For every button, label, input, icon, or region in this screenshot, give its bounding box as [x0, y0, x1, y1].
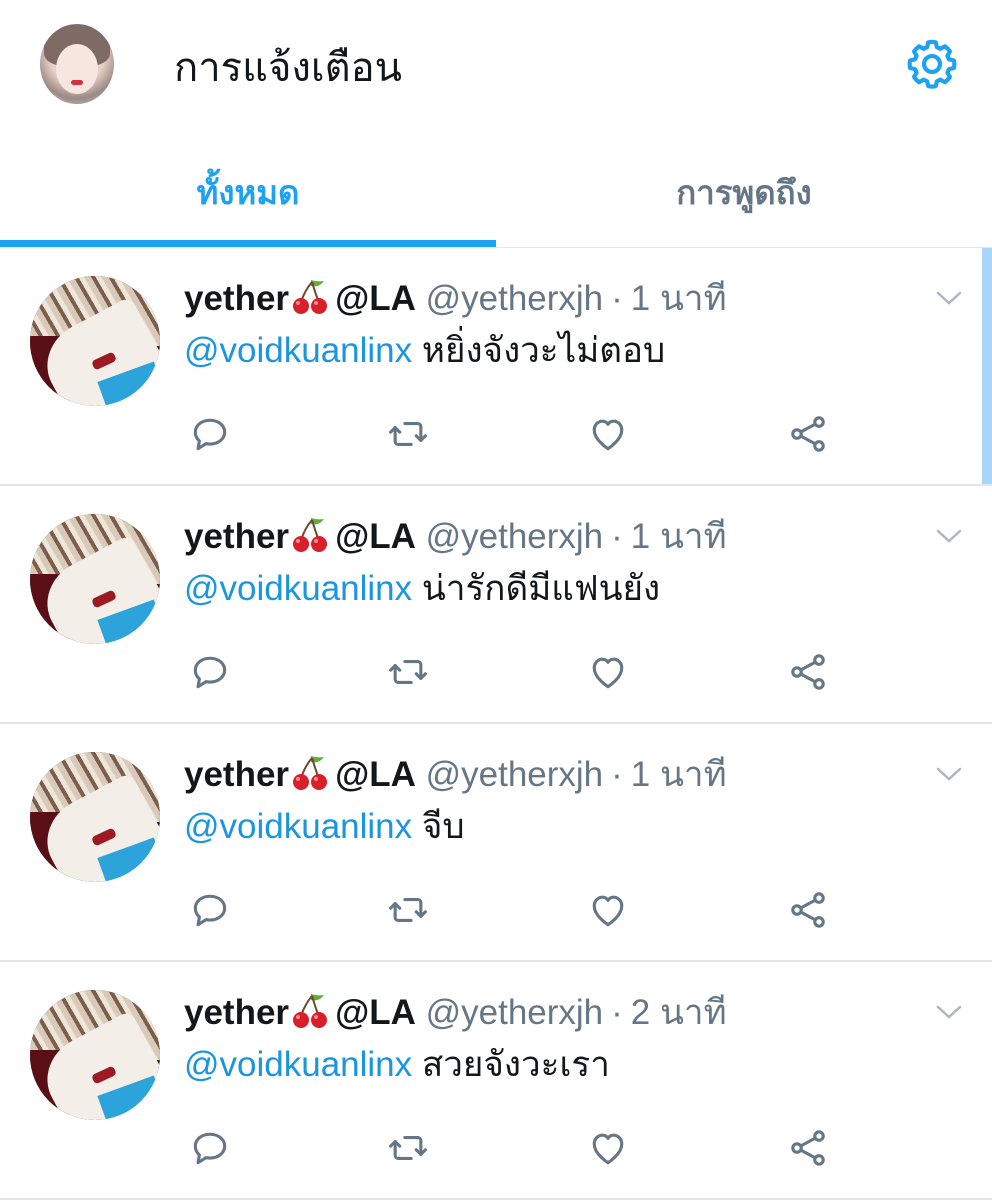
- tab-all[interactable]: ทั้งหมด: [0, 136, 496, 248]
- separator: ·: [611, 755, 623, 794]
- separator: ·: [611, 993, 623, 1032]
- like-icon[interactable]: [586, 412, 630, 456]
- user-handle[interactable]: @yetherxjh: [426, 279, 604, 318]
- reply-icon[interactable]: [188, 1126, 232, 1170]
- cherry-emoji-icon: [291, 514, 331, 554]
- display-name-suffix: @LA: [335, 993, 416, 1032]
- active-tab-indicator: [0, 240, 496, 247]
- timestamp: 1 นาที: [630, 279, 727, 318]
- page-title: การแจ้งเตือน: [174, 46, 402, 90]
- share-icon[interactable]: [786, 1126, 830, 1170]
- share-icon[interactable]: [786, 650, 830, 694]
- notification-feed: yether @LA @yetherxjh · 1 นาที @voidkuanlin…: [0, 248, 992, 1200]
- tweet-item[interactable]: yether @LA @yetherxjh · 1 นาที @voidkuanlin…: [0, 486, 992, 724]
- tweet-actions: [0, 412, 992, 456]
- display-name[interactable]: yether: [184, 279, 289, 318]
- tweet-text: @voidkuanlinx จีบ: [184, 802, 465, 852]
- mention-link[interactable]: @voidkuanlinx: [184, 331, 412, 370]
- tweet-item[interactable]: yether @LA @yetherxjh · 2 นาที @voidkuanlin…: [0, 962, 992, 1200]
- mention-link[interactable]: @voidkuanlinx: [184, 807, 412, 846]
- tweet-body: หยิ่งจังวะไม่ตอบ: [421, 331, 666, 370]
- avatar[interactable]: [30, 752, 160, 882]
- tweet-text: @voidkuanlinx หยิ่งจังวะไม่ตอบ: [184, 326, 665, 376]
- chevron-down-icon[interactable]: [934, 1002, 964, 1022]
- tweet-body: สวยจังวะเรา: [421, 1045, 610, 1084]
- chevron-down-icon[interactable]: [934, 526, 964, 546]
- tweet-body: จีบ: [421, 807, 465, 846]
- chevron-down-icon[interactable]: [934, 288, 964, 308]
- tweet-text: @voidkuanlinx สวยจังวะเรา: [184, 1040, 610, 1090]
- tweet-header: yether @LA @yetherxjh · 2 นาที: [184, 988, 727, 1038]
- mention-link[interactable]: @voidkuanlinx: [184, 1045, 412, 1084]
- tweet-actions: [0, 888, 992, 932]
- separator: ·: [611, 517, 623, 556]
- display-name[interactable]: yether: [184, 517, 289, 556]
- user-handle[interactable]: @yetherxjh: [426, 755, 604, 794]
- timestamp: 1 นาที: [630, 517, 727, 556]
- display-name[interactable]: yether: [184, 993, 289, 1032]
- share-icon[interactable]: [786, 412, 830, 456]
- reply-icon[interactable]: [188, 888, 232, 932]
- display-name[interactable]: yether: [184, 755, 289, 794]
- retweet-icon[interactable]: [386, 1126, 430, 1170]
- like-icon[interactable]: [586, 650, 630, 694]
- mention-link[interactable]: @voidkuanlinx: [184, 569, 412, 608]
- like-icon[interactable]: [586, 888, 630, 932]
- display-name-suffix: @LA: [335, 517, 416, 556]
- retweet-icon[interactable]: [386, 888, 430, 932]
- cherry-emoji-icon: [291, 990, 331, 1030]
- profile-avatar[interactable]: [40, 24, 114, 104]
- separator: ·: [611, 279, 623, 318]
- avatar[interactable]: [30, 990, 160, 1120]
- share-icon[interactable]: [786, 888, 830, 932]
- retweet-icon[interactable]: [386, 650, 430, 694]
- display-name-suffix: @LA: [335, 279, 416, 318]
- timestamp: 1 นาที: [630, 755, 727, 794]
- tweet-header: yether @LA @yetherxjh · 1 นาที: [184, 750, 727, 800]
- tweet-actions: [0, 1126, 992, 1170]
- retweet-icon[interactable]: [386, 412, 430, 456]
- header: การแจ้งเตือน: [0, 0, 992, 136]
- tab-bar: ทั้งหมด การพูดถึง: [0, 136, 992, 248]
- tweet-header: yether @LA @yetherxjh · 1 นาที: [184, 512, 727, 562]
- reply-icon[interactable]: [188, 412, 232, 456]
- user-handle[interactable]: @yetherxjh: [426, 993, 604, 1032]
- reply-icon[interactable]: [188, 650, 232, 694]
- cherry-emoji-icon: [291, 752, 331, 792]
- like-icon[interactable]: [586, 1126, 630, 1170]
- display-name-suffix: @LA: [335, 755, 416, 794]
- tweet-actions: [0, 650, 992, 694]
- gear-icon[interactable]: [904, 36, 960, 92]
- tweet-item[interactable]: yether @LA @yetherxjh · 1 นาที @voidkuanlin…: [0, 248, 992, 486]
- chevron-down-icon[interactable]: [934, 764, 964, 784]
- tweet-item[interactable]: yether @LA @yetherxjh · 1 นาที @voidkuanlin…: [0, 724, 992, 962]
- avatar[interactable]: [30, 514, 160, 644]
- tweet-text: @voidkuanlinx น่ารักดีมีแฟนยัง: [184, 564, 660, 614]
- tweet-body: น่ารักดีมีแฟนยัง: [421, 569, 661, 608]
- avatar[interactable]: [30, 276, 160, 406]
- tab-mentions[interactable]: การพูดถึง: [496, 136, 992, 248]
- tweet-header: yether @LA @yetherxjh · 1 นาที: [184, 274, 727, 324]
- user-handle[interactable]: @yetherxjh: [426, 517, 604, 556]
- cherry-emoji-icon: [291, 276, 331, 316]
- timestamp: 2 นาที: [630, 993, 727, 1032]
